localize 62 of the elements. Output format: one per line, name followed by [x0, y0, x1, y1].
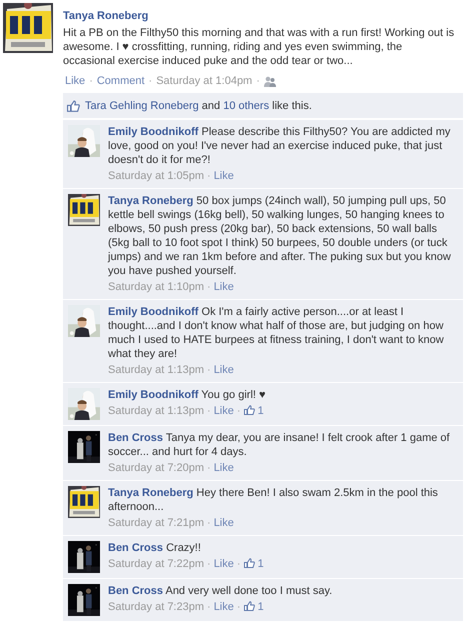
- timestamp: Saturday at 7:22pm: [108, 558, 204, 570]
- separator-dot: ·: [236, 558, 241, 570]
- like-link[interactable]: Like: [214, 405, 234, 417]
- like-count[interactable]: 1: [258, 601, 264, 613]
- liker-link[interactable]: Tara Gehling Roneberg: [85, 100, 199, 112]
- likes-summary: Tara Gehling Roneberg and 10 others like this.: [85, 99, 312, 113]
- author-link[interactable]: Tanya Roneberg: [63, 9, 148, 23]
- separator-dot: ·: [148, 75, 152, 87]
- like-link[interactable]: Like: [214, 170, 234, 182]
- timestamp: Saturday at 1:04pm: [156, 75, 252, 87]
- author-link[interactable]: Tanya Roneberg: [108, 487, 194, 499]
- like-link[interactable]: Like: [214, 517, 234, 529]
- like-link[interactable]: Like: [214, 462, 234, 474]
- timestamp: Saturday at 1:13pm: [108, 364, 204, 376]
- separator-dot: ·: [207, 281, 211, 293]
- separator-dot: ·: [207, 364, 211, 376]
- post-text: Hit a PB on the Filthy50 this morning and that was with a run first! Working out is awesome. I ♥ crossfitting, running, riding and yes even swimming, the occasional exercise induced puke and the odd tear or two...: [63, 26, 456, 68]
- author-link[interactable]: Emily Boodnikoff: [108, 306, 198, 318]
- like-link[interactable]: Like: [214, 281, 234, 293]
- like-link[interactable]: Like: [214, 364, 234, 376]
- author-link[interactable]: Ben Cross: [108, 585, 164, 597]
- comment-text: Tanya Roneberg 50 box jumps (24inch wall), 50 jumping pull ups, 50 kettle bell swings (16kg bell), 50 walking lunges, 50 hanging knees to elbows, 50 push press (20kg bar), 50 back extensions, 50 wall balls (5kg ball to 10 foot spot I think) 50 burpees, 50 double unders (or tuck jumps) and we ran 1km before and after. The puking sux but you know you have pushed yourself.: [108, 194, 452, 278]
- separator-dot: ·: [89, 75, 93, 87]
- comment-text: Ben Cross Tanya my dear, you are insane! I felt crook after 1 game of soccer... and hurt for 4 days.: [108, 431, 451, 459]
- comment-link[interactable]: Comment: [96, 75, 145, 87]
- timestamp: Saturday at 7:21pm: [108, 517, 204, 529]
- friends-icon: [264, 76, 276, 86]
- separator-dot: ·: [207, 405, 211, 417]
- like-link[interactable]: Like: [65, 75, 86, 87]
- comment-text: Emily Boodnikoff You go girl! ♥: [108, 388, 267, 402]
- separator-dot: ·: [207, 601, 211, 613]
- separator-dot: ·: [236, 405, 241, 417]
- separator-dot: ·: [207, 517, 211, 529]
- separator-dot: ·: [236, 601, 241, 613]
- author-link[interactable]: Ben Cross: [108, 542, 164, 554]
- comment-text: Ben Cross Crazy!!: [108, 541, 202, 555]
- separator-dot: ·: [207, 170, 211, 182]
- comment-text: Tanya Roneberg Hey there Ben! I also swam 2.5km in the pool this afternoon...: [108, 486, 439, 514]
- others-link[interactable]: 10 others: [223, 100, 270, 112]
- thumbs-up-icon: [67, 100, 80, 112]
- timestamp: Saturday at 1:05pm: [108, 170, 204, 182]
- separator-dot: ·: [207, 558, 211, 570]
- like-count[interactable]: 1: [258, 558, 264, 570]
- author-link[interactable]: Emily Boodnikoff: [108, 389, 198, 401]
- like-count[interactable]: 1: [258, 405, 264, 417]
- author-link[interactable]: Ben Cross: [108, 432, 164, 444]
- like-link[interactable]: Like: [214, 558, 234, 570]
- timestamp: Saturday at 1:10pm: [108, 281, 204, 293]
- timestamp: Saturday at 7:20pm: [108, 462, 204, 474]
- separator-dot: ·: [256, 75, 260, 87]
- author-link[interactable]: Tanya Roneberg: [108, 195, 194, 207]
- separator-dot: ·: [207, 462, 211, 474]
- timestamp: Saturday at 7:23pm: [108, 601, 204, 613]
- like-link[interactable]: Like: [214, 601, 234, 613]
- thumbs-up-icon: [244, 558, 255, 568]
- author-link[interactable]: Emily Boodnikoff: [108, 126, 198, 138]
- comment-text: Emily Boodnikoff Ok I'm a fairly active person....or at least I thought....and I don't know what half of those are, but judging on how much I used to HATE burpees at fitness training, I don't want to know what they are!: [108, 305, 445, 361]
- timestamp: Saturday at 1:13pm: [108, 405, 204, 417]
- comment-text: Emily Boodnikoff Please describe this Filthy50? You are addicted my love, good on you! I've never had an exercise induced puke, that just doesn't do it for me?!: [108, 125, 452, 167]
- comment-text: Ben Cross And very well done too I must say.: [108, 584, 334, 598]
- thumbs-up-icon: [244, 601, 255, 611]
- thumbs-up-icon: [244, 405, 255, 415]
